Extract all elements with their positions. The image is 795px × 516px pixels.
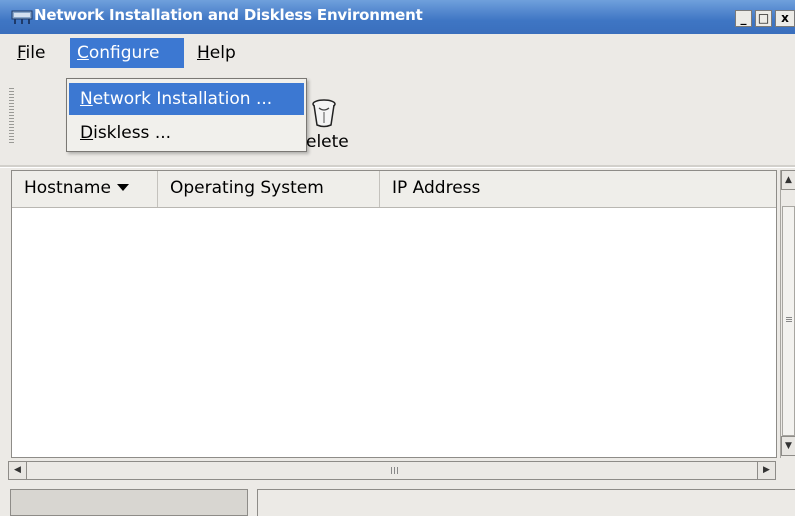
network-installation-mnemonic: N [80,89,93,109]
scroll-up-button[interactable]: ▲ [781,170,795,190]
menu-item-network-installation[interactable]: Network Installation ... [69,83,304,115]
diskless-mnemonic: D [80,123,94,143]
menu-help[interactable]: Help [190,38,243,68]
column-ip-address[interactable]: IP Address [380,171,776,207]
menu-item-diskless[interactable]: Diskless ... [69,117,304,149]
title-bar[interactable]: Network Installation and Diskless Enviro… [0,0,795,34]
horizontal-scrollbar[interactable]: ◀ ▶ [8,461,776,480]
scroll-left-button[interactable]: ◀ [9,462,27,479]
column-operating-system[interactable]: Operating System [158,171,380,207]
vertical-scroll-thumb[interactable] [782,206,795,436]
network-installation-label: etwork Installation ... [92,89,273,109]
toolbar-grip[interactable] [9,88,14,143]
app-window: Network Installation and Diskless Enviro… [0,0,795,516]
scroll-down-button[interactable]: ▼ [781,436,795,456]
status-bar [0,485,795,516]
host-list[interactable]: Hostname Operating System IP Address [11,170,777,458]
column-hostname-label: Hostname [24,178,111,198]
horizontal-grip-icon [391,467,399,474]
menu-bar: File Configure Help [0,34,795,70]
window-title: Network Installation and Diskless Enviro… [34,6,423,24]
configure-menu: Network Installation ... Diskless ... [66,78,307,152]
menu-help-label: elp [209,43,236,63]
close-button[interactable]: x [775,10,795,27]
sort-descending-icon [116,183,129,191]
diskless-label: iskless ... [93,123,172,143]
menu-file[interactable]: File [10,38,52,68]
vertical-scrollbar[interactable]: ▲ ▼ [780,170,795,458]
status-progress [10,489,248,516]
toolbar-separator [0,165,795,168]
column-ip-label: IP Address [392,178,481,198]
vertical-grip-icon [786,317,792,323]
delete-button-label[interactable]: elete [306,132,349,152]
minimize-button[interactable]: _ [735,10,752,27]
menu-file-label: ile [25,43,46,63]
column-os-label: Operating System [170,178,324,198]
menu-configure-label: onfigure [88,43,160,63]
status-message [257,489,795,516]
menu-help-mnemonic: H [197,43,210,63]
column-hostname[interactable]: Hostname [12,171,158,207]
maximize-button[interactable]: □ [755,10,772,27]
network-icon [11,10,33,24]
menu-configure[interactable]: Configure [70,38,184,68]
scroll-right-button[interactable]: ▶ [757,462,775,479]
list-header: Hostname Operating System IP Address [12,171,776,208]
trash-icon[interactable] [311,98,337,128]
menu-configure-mnemonic: C [77,43,89,63]
menu-file-mnemonic: F [17,43,26,63]
